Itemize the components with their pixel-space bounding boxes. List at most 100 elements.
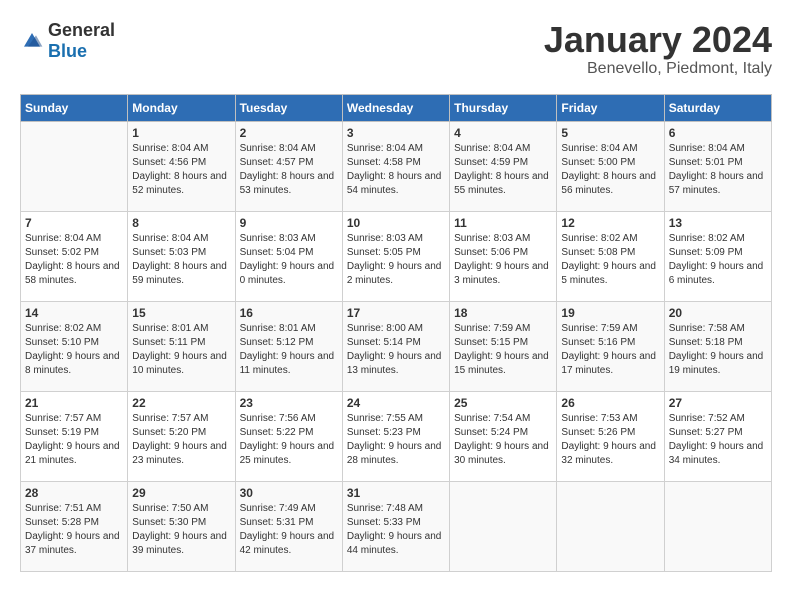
day-info: Sunrise: 7:57 AMSunset: 5:19 PMDaylight:…	[25, 412, 123, 468]
day-number: 7	[25, 216, 123, 230]
day-number: 30	[240, 486, 338, 500]
cell-w5-d1: 28 Sunrise: 7:51 AMSunset: 5:28 PMDayligh…	[21, 481, 128, 571]
cell-w3-d6: 19Sunrise: 7:59 AMSunset: 5:16 PMDayligh…	[557, 301, 664, 391]
day-info: Sunrise: 8:04 AMSunset: 4:59 PMDaylight:…	[454, 142, 552, 198]
cell-w4-d3: 23Sunrise: 7:56 AMSunset: 5:22 PMDayligh…	[235, 391, 342, 481]
cell-w2-d1: 7Sunrise: 8:04 AMSunset: 5:02 PMDaylight…	[21, 211, 128, 301]
day-info: Sunrise: 7:58 AMSunset: 5:18 PMDaylight:…	[669, 322, 767, 378]
day-number: 29	[132, 486, 230, 500]
header-saturday: Saturday	[664, 94, 771, 121]
day-info: Sunrise: 8:04 AMSunset: 4:56 PMDaylight:…	[132, 142, 230, 198]
day-number: 16	[240, 306, 338, 320]
cell-w3-d7: 20 Sunrise: 7:58 AMSunset: 5:18 PMDayligh…	[664, 301, 771, 391]
day-number: 27	[669, 396, 767, 410]
day-info: Sunrise: 8:04 AMSunset: 4:58 PMDaylight:…	[347, 142, 445, 198]
day-number: 13	[669, 216, 767, 230]
day-info: Sunrise: 8:01 AMSunset: 5:12 PMDaylight:…	[240, 322, 338, 378]
cell-w5-d6	[557, 481, 664, 571]
day-info: Sunrise: 7:54 AMSunset: 5:24 PMDaylight:…	[454, 412, 552, 468]
day-number: 14	[25, 306, 123, 320]
day-number: 5	[561, 126, 659, 140]
day-info: Sunrise: 7:50 AMSunset: 5:30 PMDaylight:…	[132, 502, 230, 558]
logo: General Blue	[20, 20, 115, 62]
day-number: 6	[669, 126, 767, 140]
cell-w3-d4: 17 Sunrise: 8:00 AMSunset: 5:14 PMDayligh…	[342, 301, 449, 391]
day-number: 21	[25, 396, 123, 410]
day-number: 12	[561, 216, 659, 230]
cell-w5-d5	[450, 481, 557, 571]
day-info: Sunrise: 7:55 AMSunset: 5:23 PMDaylight:…	[347, 412, 445, 468]
day-info: Sunrise: 8:03 AMSunset: 5:06 PMDaylight:…	[454, 232, 552, 288]
day-number: 24	[347, 396, 445, 410]
day-info: Sunrise: 8:04 AMSunset: 5:01 PMDaylight:…	[669, 142, 767, 198]
cell-w5-d3: 30 Sunrise: 7:49 AMSunset: 5:31 PMDayligh…	[235, 481, 342, 571]
day-number: 25	[454, 396, 552, 410]
cell-w2-d5: 11 Sunrise: 8:03 AMSunset: 5:06 PMDayligh…	[450, 211, 557, 301]
day-info: Sunrise: 7:57 AMSunset: 5:20 PMDaylight:…	[132, 412, 230, 468]
header-wednesday: Wednesday	[342, 94, 449, 121]
day-info: Sunrise: 8:02 AMSunset: 5:10 PMDaylight:…	[25, 322, 123, 378]
cell-w1-d2: 1 Sunrise: 8:04 AMSunset: 4:56 PMDaylight…	[128, 121, 235, 211]
day-info: Sunrise: 7:52 AMSunset: 5:27 PMDaylight:…	[669, 412, 767, 468]
cell-w3-d3: 16 Sunrise: 8:01 AMSunset: 5:12 PMDayligh…	[235, 301, 342, 391]
cell-w1-d4: 3 Sunrise: 8:04 AMSunset: 4:58 PMDaylight…	[342, 121, 449, 211]
week-row-4: 21 Sunrise: 7:57 AMSunset: 5:19 PMDayligh…	[21, 391, 772, 481]
day-info: Sunrise: 8:04 AMSunset: 5:03 PMDaylight:…	[132, 232, 230, 288]
day-number: 28	[25, 486, 123, 500]
day-info: Sunrise: 8:01 AMSunset: 5:11 PMDaylight:…	[132, 322, 230, 378]
cell-w1-d5: 4 Sunrise: 8:04 AMSunset: 4:59 PMDaylight…	[450, 121, 557, 211]
cell-w4-d6: 26Sunrise: 7:53 AMSunset: 5:26 PMDayligh…	[557, 391, 664, 481]
logo-blue: Blue	[48, 41, 87, 61]
week-row-5: 28 Sunrise: 7:51 AMSunset: 5:28 PMDayligh…	[21, 481, 772, 571]
logo-general: General	[48, 20, 115, 40]
location-title: Benevello, Piedmont, Italy	[544, 60, 772, 78]
cell-w4-d4: 24 Sunrise: 7:55 AMSunset: 5:23 PMDayligh…	[342, 391, 449, 481]
day-info: Sunrise: 7:48 AMSunset: 5:33 PMDaylight:…	[347, 502, 445, 558]
page-header: General Blue January 2024 Benevello, Pie…	[20, 20, 772, 78]
weekday-header-row: Sunday Monday Tuesday Wednesday Thursday…	[21, 94, 772, 121]
cell-w4-d1: 21 Sunrise: 7:57 AMSunset: 5:19 PMDayligh…	[21, 391, 128, 481]
cell-w4-d2: 22 Sunrise: 7:57 AMSunset: 5:20 PMDayligh…	[128, 391, 235, 481]
cell-w1-d6: 5 Sunrise: 8:04 AMSunset: 5:00 PMDaylight…	[557, 121, 664, 211]
day-number: 1	[132, 126, 230, 140]
day-info: Sunrise: 7:51 AMSunset: 5:28 PMDaylight:…	[25, 502, 123, 558]
day-info: Sunrise: 8:03 AMSunset: 5:05 PMDaylight:…	[347, 232, 445, 288]
day-info: Sunrise: 7:59 AMSunset: 5:15 PMDaylight:…	[454, 322, 552, 378]
logo-text: General Blue	[48, 20, 115, 62]
day-number: 9	[240, 216, 338, 230]
day-number: 3	[347, 126, 445, 140]
day-number: 22	[132, 396, 230, 410]
day-info: Sunrise: 8:04 AMSunset: 5:00 PMDaylight:…	[561, 142, 659, 198]
cell-w2-d2: 8 Sunrise: 8:04 AMSunset: 5:03 PMDaylight…	[128, 211, 235, 301]
header-tuesday: Tuesday	[235, 94, 342, 121]
cell-w1-d3: 2Sunrise: 8:04 AMSunset: 4:57 PMDaylight…	[235, 121, 342, 211]
cell-w5-d2: 29 Sunrise: 7:50 AMSunset: 5:30 PMDayligh…	[128, 481, 235, 571]
day-number: 17	[347, 306, 445, 320]
day-number: 2	[240, 126, 338, 140]
cell-w4-d7: 27 Sunrise: 7:52 AMSunset: 5:27 PMDayligh…	[664, 391, 771, 481]
day-number: 26	[561, 396, 659, 410]
cell-w1-d1	[21, 121, 128, 211]
day-info: Sunrise: 7:59 AMSunset: 5:16 PMDaylight:…	[561, 322, 659, 378]
header-monday: Monday	[128, 94, 235, 121]
cell-w4-d5: 25 Sunrise: 7:54 AMSunset: 5:24 PMDayligh…	[450, 391, 557, 481]
calendar-table: Sunday Monday Tuesday Wednesday Thursday…	[20, 94, 772, 572]
day-number: 11	[454, 216, 552, 230]
cell-w2-d3: 9 Sunrise: 8:03 AMSunset: 5:04 PMDaylight…	[235, 211, 342, 301]
cell-w2-d7: 13 Sunrise: 8:02 AMSunset: 5:09 PMDayligh…	[664, 211, 771, 301]
header-thursday: Thursday	[450, 94, 557, 121]
day-number: 18	[454, 306, 552, 320]
cell-w3-d2: 15Sunrise: 8:01 AMSunset: 5:11 PMDayligh…	[128, 301, 235, 391]
week-row-1: 1 Sunrise: 8:04 AMSunset: 4:56 PMDaylight…	[21, 121, 772, 211]
month-title: January 2024	[544, 20, 772, 60]
day-number: 20	[669, 306, 767, 320]
day-number: 4	[454, 126, 552, 140]
day-info: Sunrise: 8:02 AMSunset: 5:09 PMDaylight:…	[669, 232, 767, 288]
cell-w3-d5: 18 Sunrise: 7:59 AMSunset: 5:15 PMDayligh…	[450, 301, 557, 391]
day-info: Sunrise: 8:03 AMSunset: 5:04 PMDaylight:…	[240, 232, 338, 288]
day-info: Sunrise: 8:00 AMSunset: 5:14 PMDaylight:…	[347, 322, 445, 378]
day-info: Sunrise: 8:02 AMSunset: 5:08 PMDaylight:…	[561, 232, 659, 288]
day-info: Sunrise: 7:49 AMSunset: 5:31 PMDaylight:…	[240, 502, 338, 558]
day-number: 8	[132, 216, 230, 230]
week-row-3: 14 Sunrise: 8:02 AMSunset: 5:10 PMDayligh…	[21, 301, 772, 391]
